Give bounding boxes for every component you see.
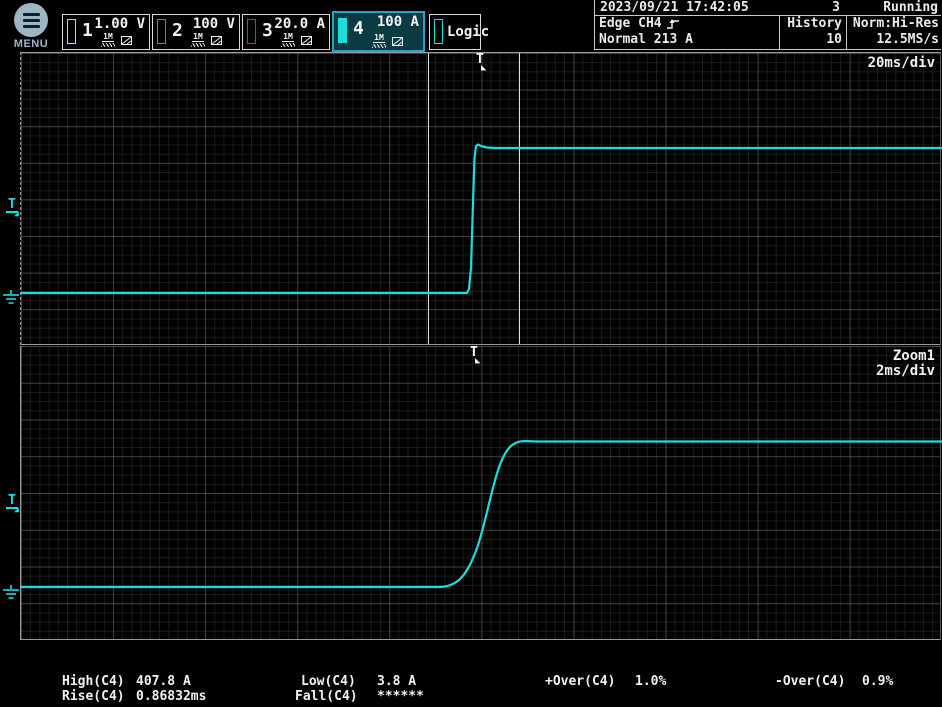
measurement-label: Rise(C4)	[62, 689, 125, 704]
channel-4-ground-marker-main[interactable]	[2, 290, 20, 306]
oscilloscope-screen: MENU 1 1.00 V 1M 2 100 V 1M 3 20.0 A 1M …	[0, 0, 942, 707]
zoom-waveform-window: Zoom1 2ms/div T◣	[20, 346, 941, 640]
measurement-value: 3.8 A	[377, 674, 416, 689]
rising-edge-icon	[666, 18, 680, 30]
coupling-icon	[210, 35, 223, 47]
measurement-label: Fall(C4)	[295, 689, 358, 704]
measurement-label: -Over(C4)	[775, 674, 845, 689]
impedance-1m-icon: 1M	[281, 33, 295, 47]
trigger-flag-icon: ◢	[14, 504, 19, 516]
measurement-value: 1.0%	[635, 674, 666, 689]
impedance-1m-icon: 1M	[372, 34, 386, 48]
measurement-row-2: Rise(C4) 0.86832ms Fall(C4) ******	[0, 689, 942, 704]
datetime: 2023/09/21 17:42:05	[600, 0, 749, 15]
acquisition-count: 3	[790, 0, 840, 15]
coupling-icon	[300, 35, 313, 47]
sample-rate: 12.5MS/s	[876, 32, 939, 47]
history-box[interactable]: History 10	[779, 16, 846, 49]
main-trigger-position-marker[interactable]: T◣	[476, 54, 484, 65]
channel-4-number: 4	[353, 18, 364, 39]
status-block: 2023/09/21 17:42:05 3 Running Edge CH4 N…	[594, 0, 941, 50]
main-trigger-level-marker[interactable]: T◢	[6, 199, 18, 213]
measurement-row-1: High(C4) 407.8 A Low(C4) 3.8 A +Over(C4)…	[0, 674, 942, 689]
channel-3-color-swatch	[247, 19, 256, 44]
channel-3-box[interactable]: 3 20.0 A 1M	[242, 14, 330, 50]
channel-1-box[interactable]: 1 1.00 V 1M	[62, 14, 150, 50]
measurement-label: +Over(C4)	[545, 674, 615, 689]
measurement-value: ******	[377, 689, 424, 704]
trigger-flag-icon: ◣	[481, 64, 486, 73]
menu-button-label: MENU	[8, 38, 54, 50]
channel-4-trace-main	[21, 53, 942, 346]
channel-4-color-swatch	[338, 18, 347, 43]
zoom-trigger-level-marker[interactable]: T◢	[6, 495, 18, 509]
run-state: Running	[883, 0, 938, 15]
channel-2-color-swatch	[157, 19, 166, 44]
measurement-label: Low(C4)	[301, 674, 356, 689]
channel-3-number: 3	[262, 20, 273, 41]
history-label: History	[787, 16, 842, 31]
channel-2-box[interactable]: 2 100 V 1M	[152, 14, 240, 50]
measurement-value: 0.9%	[862, 674, 893, 689]
channel-2-scale: 100 V	[193, 16, 235, 32]
coupling-icon	[391, 36, 404, 48]
hamburger-menu-icon	[14, 3, 48, 37]
channel-4-scale: 100 A	[377, 14, 419, 30]
trigger-detail: Normal 213 A	[599, 32, 693, 47]
logic-label: Logic	[447, 24, 489, 40]
main-waveform-window: 20ms/div T◣	[20, 52, 941, 345]
channel-3-scale: 20.0 A	[274, 16, 325, 32]
measurement-value: 0.86832ms	[136, 689, 206, 704]
measurement-label: High(C4)	[62, 674, 125, 689]
trigger-flag-icon: ◢	[14, 208, 19, 220]
channel-4-box-selected[interactable]: 4 100 A 1M	[332, 11, 425, 52]
logic-color-swatch	[434, 19, 443, 44]
measurement-value: 407.8 A	[136, 674, 191, 689]
logic-box[interactable]: Logic	[429, 14, 481, 50]
channel-1-number: 1	[82, 20, 93, 41]
impedance-1m-icon: 1M	[101, 33, 115, 47]
record-mode-box[interactable]: Norm:Hi-Res 12.5MS/s	[846, 16, 942, 49]
trigger-settings-box[interactable]: Edge CH4 Normal 213 A	[595, 16, 779, 49]
menu-button[interactable]: MENU	[8, 3, 54, 50]
trigger-mode: Edge CH4	[599, 16, 662, 31]
channel-4-trace-zoom	[21, 346, 942, 640]
impedance-1m-icon: 1M	[191, 33, 205, 47]
history-value: 10	[826, 32, 842, 47]
coupling-icon	[120, 35, 133, 47]
channel-2-number: 2	[172, 20, 183, 41]
trigger-flag-icon: ◣	[475, 357, 480, 366]
record-mode: Norm:Hi-Res	[853, 16, 939, 31]
channel-1-scale: 1.00 V	[94, 16, 145, 32]
channel-1-color-swatch	[67, 19, 76, 44]
zoom-trigger-position-marker[interactable]: T◣	[470, 347, 478, 358]
channel-4-ground-marker-zoom[interactable]	[2, 585, 20, 601]
